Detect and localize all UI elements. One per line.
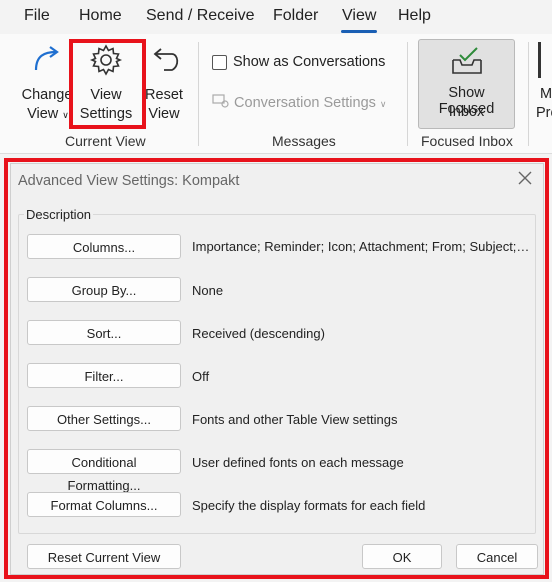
sort-description: Received (descending) (192, 326, 325, 341)
conditional-formatting-description: User defined fonts on each message (192, 455, 404, 470)
menu-view[interactable]: View (342, 7, 376, 25)
format-columns-description: Specify the display formats for each fie… (192, 498, 426, 513)
show-focused-inbox-label-2: Inbox (448, 104, 485, 120)
partial-label-1: M (540, 86, 552, 102)
other-settings-description: Fonts and other Table View settings (192, 412, 398, 427)
menu-help[interactable]: Help (398, 7, 431, 25)
columns-button[interactable]: Columns... (27, 234, 181, 259)
partial-label-2: Pre (536, 105, 552, 121)
close-icon[interactable] (517, 170, 533, 186)
ribbon-separator (198, 42, 199, 146)
messages-group-label: Messages (272, 133, 336, 149)
show-as-conversations-label[interactable]: Show as Conversations (233, 54, 385, 70)
description-caption: Description (24, 207, 94, 222)
filter-description: Off (192, 369, 210, 384)
show-focused-inbox-button[interactable]: Show Focused Inbox (418, 39, 515, 129)
show-as-conversations-checkbox[interactable] (212, 55, 227, 70)
conversation-settings-icon (212, 94, 229, 108)
view-settings-highlight (69, 39, 146, 129)
menu-bar: File Home Send / Receive Folder View Hel… (0, 0, 552, 34)
group-by-description: None (192, 283, 224, 298)
format-columns-button[interactable]: Format Columns... (27, 492, 181, 517)
change-view-label-2: View (27, 106, 59, 122)
filter-button[interactable]: Filter... (27, 363, 181, 388)
menu-send-receive[interactable]: Send / Receive (146, 7, 255, 25)
other-settings-button[interactable]: Other Settings... (27, 406, 181, 431)
chevron-down-icon: ∨ (62, 110, 69, 120)
conversation-settings-button[interactable]: Conversation Settings ∨ (212, 92, 387, 112)
change-view-button[interactable]: Change View ∨ (20, 40, 74, 125)
partial-icon (538, 42, 541, 78)
reset-view-button[interactable]: Reset View (144, 40, 184, 125)
active-tab-indicator (341, 30, 377, 33)
chevron-down-icon: ∨ (379, 99, 387, 109)
conversation-settings-label: Conversation Settings (234, 95, 376, 111)
reset-view-label-2: View (148, 106, 180, 122)
change-view-label-1: Change (21, 87, 73, 103)
focused-inbox-icon (452, 47, 482, 74)
menu-home[interactable]: Home (79, 7, 122, 25)
undo-icon (153, 48, 179, 71)
focused-inbox-group-label: Focused Inbox (421, 133, 513, 149)
reset-view-label-1: Reset (145, 87, 183, 103)
change-view-icon (34, 46, 59, 71)
ribbon-separator (407, 42, 408, 146)
menu-file[interactable]: File (24, 7, 50, 25)
current-view-group-label: Current View (65, 133, 146, 149)
cancel-button[interactable]: Cancel (456, 544, 538, 569)
columns-description: Importance; Reminder; Icon; Attachment; … (192, 239, 532, 254)
dialog-title: Advanced View Settings: Kompakt (18, 173, 240, 189)
ribbon: Change View ∨ View Settings Reset View C… (0, 34, 552, 154)
conditional-formatting-button[interactable]: Conditional Formatting... (27, 449, 181, 493)
change-view-line2-wrap: View ∨ (26, 105, 70, 125)
ribbon-separator (528, 42, 529, 146)
group-by-button[interactable]: Group By... (27, 277, 181, 302)
ok-button[interactable]: OK (362, 544, 442, 569)
partial-ribbon-button[interactable]: M Pre (536, 40, 552, 125)
sort-button[interactable]: Sort... (27, 320, 181, 345)
menu-folder[interactable]: Folder (273, 7, 318, 25)
reset-current-view-button[interactable]: Reset Current View (27, 544, 181, 569)
